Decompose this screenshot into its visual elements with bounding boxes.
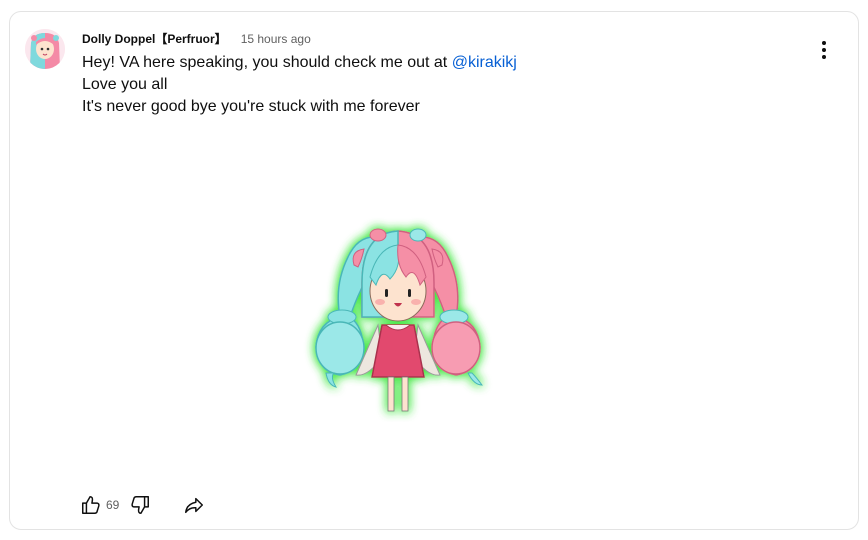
post-text-prefix: Hey! VA here speaking, you should check …	[82, 54, 452, 71]
avatar-image	[25, 29, 65, 69]
post-text-line-2: Love you all	[82, 76, 168, 93]
like-count: 69	[106, 498, 120, 512]
avatar[interactable]	[25, 29, 65, 69]
share-icon	[185, 497, 204, 514]
share-button[interactable]	[181, 492, 207, 518]
chibi-character-image	[315, 228, 484, 412]
community-post-card: Dolly Doppel【Perfruor】 15 hours ago Hey!…	[9, 11, 859, 530]
mention-link[interactable]: @kirakikj	[452, 54, 517, 71]
thumbs-up-icon	[82, 496, 100, 514]
post-header: Dolly Doppel【Perfruor】 15 hours ago	[82, 30, 311, 47]
post-text-line-1: Hey! VA here speaking, you should check …	[82, 52, 517, 74]
post-text: Hey! VA here speaking, you should check …	[82, 52, 517, 118]
post-actions: 69	[78, 490, 207, 520]
more-vertical-icon[interactable]	[810, 36, 838, 64]
like-button[interactable]	[78, 492, 104, 518]
dislike-button[interactable]	[127, 492, 153, 518]
post-image[interactable]	[278, 207, 518, 422]
thumbs-down-icon	[131, 496, 150, 514]
author-name[interactable]: Dolly Doppel【Perfruor】	[82, 30, 227, 47]
post-text-line-3: It's never good bye you're stuck with me…	[82, 98, 420, 115]
timestamp[interactable]: 15 hours ago	[241, 32, 311, 46]
